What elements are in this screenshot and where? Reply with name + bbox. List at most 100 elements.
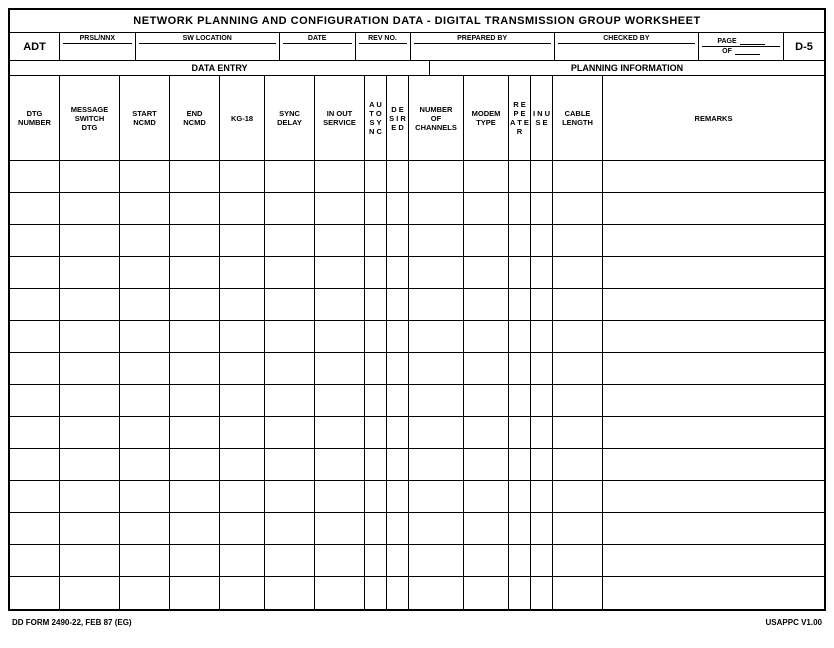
table-cell[interactable] bbox=[509, 417, 531, 448]
table-cell[interactable] bbox=[409, 193, 464, 224]
table-cell[interactable] bbox=[265, 481, 315, 512]
table-cell[interactable] bbox=[265, 545, 315, 576]
table-cell[interactable] bbox=[265, 321, 315, 352]
table-cell[interactable] bbox=[509, 225, 531, 256]
table-cell[interactable] bbox=[464, 225, 509, 256]
table-cell[interactable] bbox=[170, 321, 220, 352]
table-cell[interactable] bbox=[509, 545, 531, 576]
table-cell[interactable] bbox=[10, 417, 60, 448]
table-cell[interactable] bbox=[120, 513, 170, 544]
table-cell[interactable] bbox=[365, 193, 387, 224]
table-cell[interactable] bbox=[464, 193, 509, 224]
table-cell[interactable] bbox=[220, 257, 265, 288]
table-cell[interactable] bbox=[553, 545, 603, 576]
table-cell[interactable] bbox=[464, 321, 509, 352]
table-cell[interactable] bbox=[10, 225, 60, 256]
table-cell[interactable] bbox=[531, 545, 553, 576]
table-cell[interactable] bbox=[531, 449, 553, 480]
table-cell[interactable] bbox=[10, 321, 60, 352]
table-cell[interactable] bbox=[265, 289, 315, 320]
table-cell[interactable] bbox=[220, 289, 265, 320]
table-cell[interactable] bbox=[387, 289, 409, 320]
table-cell[interactable] bbox=[170, 289, 220, 320]
table-cell[interactable] bbox=[553, 321, 603, 352]
table-cell[interactable] bbox=[409, 449, 464, 480]
table-cell[interactable] bbox=[531, 385, 553, 416]
table-cell[interactable] bbox=[531, 289, 553, 320]
table-cell[interactable] bbox=[60, 385, 120, 416]
table-cell[interactable] bbox=[603, 513, 824, 544]
table-cell[interactable] bbox=[553, 257, 603, 288]
table-cell[interactable] bbox=[531, 513, 553, 544]
table-cell[interactable] bbox=[387, 193, 409, 224]
table-cell[interactable] bbox=[220, 385, 265, 416]
table-cell[interactable] bbox=[170, 513, 220, 544]
table-cell[interactable] bbox=[464, 257, 509, 288]
table-cell[interactable] bbox=[120, 353, 170, 384]
table-cell[interactable] bbox=[315, 225, 365, 256]
table-cell[interactable] bbox=[60, 321, 120, 352]
table-cell[interactable] bbox=[10, 161, 60, 192]
table-cell[interactable] bbox=[409, 545, 464, 576]
table-cell[interactable] bbox=[409, 353, 464, 384]
table-cell[interactable] bbox=[170, 257, 220, 288]
table-cell[interactable] bbox=[464, 353, 509, 384]
table-cell[interactable] bbox=[120, 577, 170, 609]
table-cell[interactable] bbox=[509, 161, 531, 192]
table-cell[interactable] bbox=[265, 577, 315, 609]
table-cell[interactable] bbox=[10, 577, 60, 609]
table-cell[interactable] bbox=[120, 321, 170, 352]
table-cell[interactable] bbox=[120, 193, 170, 224]
table-cell[interactable] bbox=[60, 449, 120, 480]
table-cell[interactable] bbox=[464, 577, 509, 609]
table-cell[interactable] bbox=[10, 257, 60, 288]
table-cell[interactable] bbox=[10, 481, 60, 512]
table-cell[interactable] bbox=[464, 161, 509, 192]
table-cell[interactable] bbox=[120, 289, 170, 320]
table-cell[interactable] bbox=[553, 577, 603, 609]
table-cell[interactable] bbox=[220, 449, 265, 480]
table-cell[interactable] bbox=[220, 225, 265, 256]
table-cell[interactable] bbox=[265, 449, 315, 480]
table-cell[interactable] bbox=[60, 577, 120, 609]
table-cell[interactable] bbox=[464, 545, 509, 576]
table-cell[interactable] bbox=[220, 481, 265, 512]
table-cell[interactable] bbox=[387, 417, 409, 448]
table-cell[interactable] bbox=[387, 481, 409, 512]
table-cell[interactable] bbox=[531, 193, 553, 224]
table-cell[interactable] bbox=[315, 577, 365, 609]
table-cell[interactable] bbox=[10, 289, 60, 320]
table-cell[interactable] bbox=[170, 417, 220, 448]
table-cell[interactable] bbox=[170, 545, 220, 576]
table-cell[interactable] bbox=[315, 289, 365, 320]
table-cell[interactable] bbox=[265, 225, 315, 256]
table-cell[interactable] bbox=[387, 513, 409, 544]
table-cell[interactable] bbox=[387, 577, 409, 609]
table-cell[interactable] bbox=[265, 513, 315, 544]
table-cell[interactable] bbox=[170, 449, 220, 480]
table-cell[interactable] bbox=[509, 289, 531, 320]
table-cell[interactable] bbox=[603, 289, 824, 320]
table-cell[interactable] bbox=[315, 545, 365, 576]
table-cell[interactable] bbox=[365, 577, 387, 609]
table-cell[interactable] bbox=[464, 289, 509, 320]
table-cell[interactable] bbox=[120, 417, 170, 448]
table-cell[interactable] bbox=[120, 161, 170, 192]
table-cell[interactable] bbox=[553, 193, 603, 224]
table-cell[interactable] bbox=[365, 545, 387, 576]
table-cell[interactable] bbox=[170, 225, 220, 256]
table-cell[interactable] bbox=[365, 257, 387, 288]
table-cell[interactable] bbox=[603, 545, 824, 576]
table-cell[interactable] bbox=[387, 449, 409, 480]
table-cell[interactable] bbox=[365, 417, 387, 448]
table-cell[interactable] bbox=[531, 321, 553, 352]
table-cell[interactable] bbox=[603, 481, 824, 512]
table-cell[interactable] bbox=[464, 513, 509, 544]
table-cell[interactable] bbox=[603, 353, 824, 384]
table-cell[interactable] bbox=[603, 321, 824, 352]
table-cell[interactable] bbox=[553, 481, 603, 512]
table-cell[interactable] bbox=[509, 449, 531, 480]
table-cell[interactable] bbox=[265, 257, 315, 288]
table-cell[interactable] bbox=[409, 321, 464, 352]
table-cell[interactable] bbox=[365, 385, 387, 416]
